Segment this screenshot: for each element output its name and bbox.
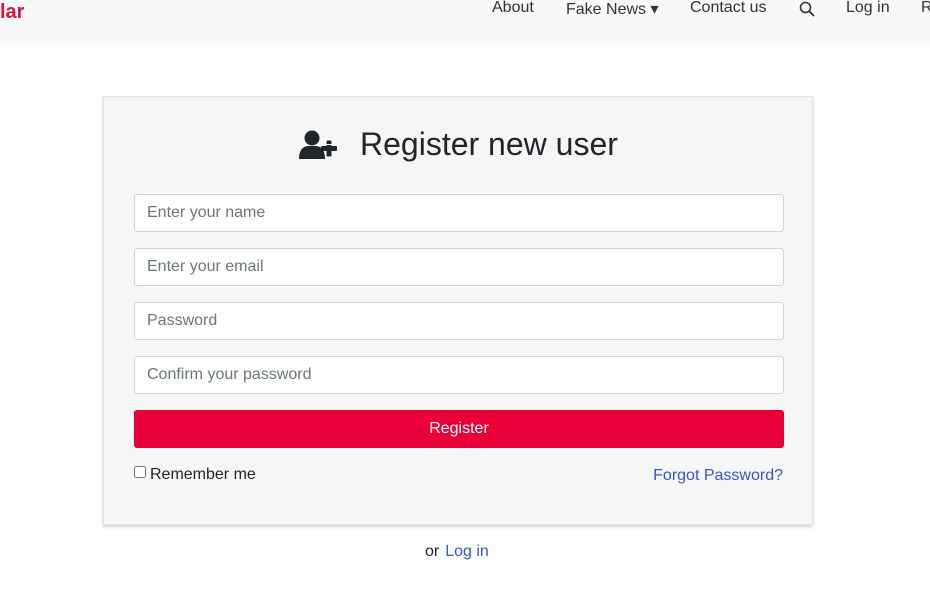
remember-me[interactable]: Remember me	[134, 466, 256, 484]
search-icon[interactable]	[799, 1, 815, 17]
remember-me-checkbox[interactable]	[134, 466, 146, 478]
nav-contact-us[interactable]: Contact us	[690, 0, 766, 17]
top-navbar: lar About Fake News ▾ Contact us Log in …	[0, 0, 930, 47]
alternate-login: or Log in	[425, 543, 489, 561]
nav-about[interactable]: About	[492, 0, 534, 17]
password-input[interactable]	[134, 302, 784, 340]
brand-logo[interactable]: lar	[0, 1, 24, 24]
remember-me-label: Remember me	[150, 466, 256, 483]
nav-fake-news-dropdown[interactable]: Fake News ▾	[566, 0, 659, 19]
card-heading: Register new user	[104, 126, 812, 166]
nav-register-truncated[interactable]: R	[921, 0, 930, 17]
email-input[interactable]	[134, 248, 784, 286]
user-plus-icon	[299, 130, 339, 160]
page-title: Register new user	[360, 126, 618, 162]
confirm-password-input[interactable]	[134, 356, 784, 394]
nav-log-in[interactable]: Log in	[846, 0, 890, 17]
register-button[interactable]: Register	[134, 410, 784, 448]
register-card: Register new user Register Remember me F…	[103, 96, 813, 525]
name-input[interactable]	[134, 194, 784, 232]
forgot-password-link[interactable]: Forgot Password?	[653, 467, 783, 485]
login-link[interactable]: Log in	[445, 543, 489, 560]
or-text: or	[425, 543, 440, 560]
